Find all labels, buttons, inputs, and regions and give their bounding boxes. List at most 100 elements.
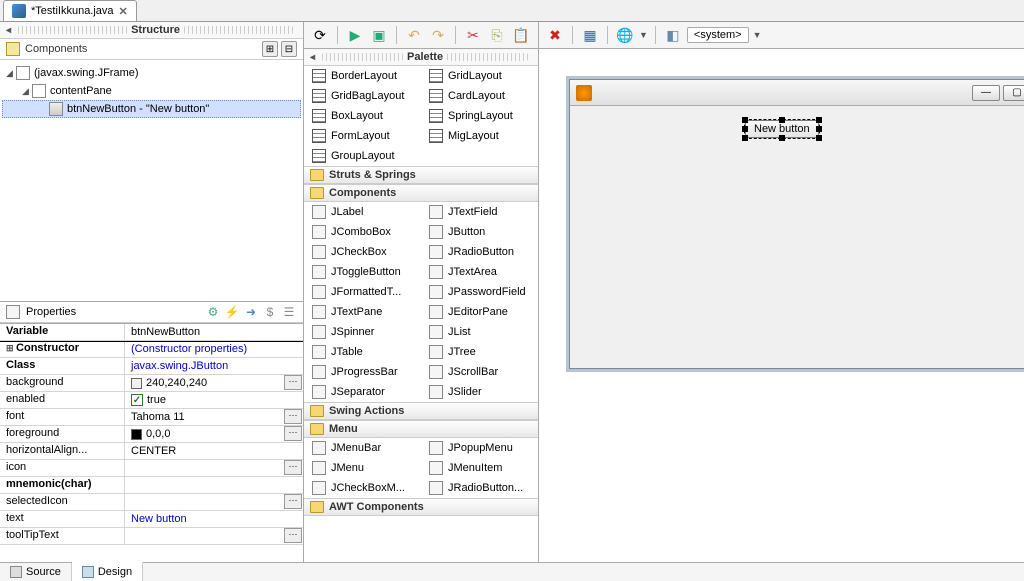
- palette-item[interactable]: JList: [421, 322, 538, 342]
- palette-category[interactable]: Menu: [304, 420, 538, 438]
- look-and-feel-icon[interactable]: ◧: [663, 25, 683, 45]
- property-row[interactable]: textNew button: [0, 511, 303, 528]
- palette-item[interactable]: JSeparator: [304, 382, 421, 402]
- resize-handle[interactable]: [742, 117, 748, 123]
- component-tree[interactable]: ◢ (javax.swing.JFrame) ◢ contentPane btn…: [0, 60, 303, 122]
- property-value[interactable]: ✓true: [125, 392, 303, 408]
- checkbox-icon[interactable]: ✓: [131, 394, 143, 406]
- resize-handle[interactable]: [779, 135, 785, 141]
- collapse-icon[interactable]: ◂: [310, 52, 315, 63]
- show-events-icon[interactable]: ⚡: [224, 304, 240, 320]
- property-value[interactable]: ···: [125, 460, 303, 476]
- resize-handle[interactable]: [816, 135, 822, 141]
- property-row[interactable]: toolTipText···: [0, 528, 303, 545]
- palette-item[interactable]: GroupLayout: [304, 146, 421, 166]
- palette-item[interactable]: JCheckBox: [304, 242, 421, 262]
- property-value[interactable]: javax.swing.JButton: [125, 358, 303, 374]
- palette-category[interactable]: AWT Components: [304, 498, 538, 516]
- palette-item[interactable]: JEditorPane: [421, 302, 538, 322]
- edit-value-button[interactable]: ···: [284, 375, 302, 390]
- palette-item[interactable]: JMenuBar: [304, 438, 421, 458]
- property-row[interactable]: selectedIcon···: [0, 494, 303, 511]
- property-row[interactable]: horizontalAlign...CENTER: [0, 443, 303, 460]
- variable-icon[interactable]: $: [262, 304, 278, 320]
- refresh-icon[interactable]: ⟳: [310, 25, 330, 45]
- tree-expand-icon[interactable]: ◢: [22, 86, 32, 97]
- property-row[interactable]: mnemonic(char): [0, 477, 303, 494]
- palette-item[interactable]: JTextPane: [304, 302, 421, 322]
- palette-item[interactable]: CardLayout: [421, 86, 538, 106]
- palette-item[interactable]: JButton: [421, 222, 538, 242]
- properties-table[interactable]: VariablebtnNewButton⊞ Constructor(Constr…: [0, 323, 303, 562]
- palette-item[interactable]: JRadioButton: [421, 242, 538, 262]
- property-row[interactable]: foreground0,0,0···: [0, 426, 303, 443]
- delete-icon[interactable]: ✖: [545, 25, 565, 45]
- palette-item[interactable]: BoxLayout: [304, 106, 421, 126]
- paste-icon[interactable]: 📋: [511, 25, 531, 45]
- maximize-icon[interactable]: ▢: [1003, 85, 1024, 101]
- property-value[interactable]: New button: [125, 511, 303, 527]
- palette-item[interactable]: JTextArea: [421, 262, 538, 282]
- palette-category[interactable]: Struts & Springs: [304, 166, 538, 184]
- palette-category[interactable]: Components: [304, 184, 538, 202]
- undo-icon[interactable]: ↶: [404, 25, 424, 45]
- palette-item[interactable]: MigLayout: [421, 126, 538, 146]
- resize-handle[interactable]: [742, 126, 748, 132]
- palette-item[interactable]: JSpinner: [304, 322, 421, 342]
- property-value[interactable]: (Constructor properties): [125, 341, 303, 357]
- palette-item[interactable]: GridBagLayout: [304, 86, 421, 106]
- property-row[interactable]: Classjavax.swing.JButton: [0, 358, 303, 375]
- designed-window[interactable]: — ▢ ✕ New button: [569, 79, 1024, 369]
- minimize-icon[interactable]: —: [972, 85, 1000, 101]
- palette-item[interactable]: JTextField: [421, 202, 538, 222]
- edit-value-button[interactable]: ···: [284, 528, 302, 543]
- collapse-all-button[interactable]: ⊟: [281, 41, 297, 57]
- property-value[interactable]: 0,0,0···: [125, 426, 303, 442]
- property-value[interactable]: CENTER: [125, 443, 303, 459]
- property-row[interactable]: icon···: [0, 460, 303, 477]
- edit-value-button[interactable]: ···: [284, 460, 302, 475]
- palette-item[interactable]: FormLayout: [304, 126, 421, 146]
- palette-item[interactable]: SpringLayout: [421, 106, 538, 126]
- resize-handle[interactable]: [816, 126, 822, 132]
- editor-tab[interactable]: *TestiIkkuna.java ✕: [3, 0, 137, 21]
- tree-node-contentpane[interactable]: ◢ contentPane: [2, 82, 301, 100]
- palette-item[interactable]: [421, 146, 538, 166]
- show-advanced-icon[interactable]: ⚙: [205, 304, 221, 320]
- property-value[interactable]: Tahoma 11···: [125, 409, 303, 425]
- preview-icon[interactable]: ▣: [369, 25, 389, 45]
- resize-handle[interactable]: [742, 135, 748, 141]
- property-value[interactable]: btnNewButton: [125, 324, 303, 340]
- property-row[interactable]: background240,240,240···: [0, 375, 303, 392]
- palette-item[interactable]: JPopupMenu: [421, 438, 538, 458]
- tree-node-button[interactable]: btnNewButton - "New button": [2, 100, 301, 118]
- designer-canvas[interactable]: — ▢ ✕ New button: [539, 49, 1024, 562]
- window-titlebar[interactable]: — ▢ ✕: [570, 80, 1024, 106]
- property-value[interactable]: ···: [125, 528, 303, 544]
- palette-item[interactable]: JSlider: [421, 382, 538, 402]
- palette-item[interactable]: JTable: [304, 342, 421, 362]
- palette-item[interactable]: JRadioButton...: [421, 478, 538, 498]
- redo-icon[interactable]: ↷: [428, 25, 448, 45]
- palette-item[interactable]: BorderLayout: [304, 66, 421, 86]
- collapse-icon[interactable]: ◂: [6, 25, 11, 36]
- palette-list[interactable]: BorderLayoutGridLayoutGridBagLayoutCardL…: [304, 66, 538, 562]
- property-row[interactable]: enabled✓true: [0, 392, 303, 409]
- resize-handle[interactable]: [779, 117, 785, 123]
- look-and-feel-combo[interactable]: <system>: [687, 27, 749, 43]
- dropdown-arrow-icon[interactable]: ▼: [753, 30, 762, 40]
- palette-item[interactable]: JProgressBar: [304, 362, 421, 382]
- design-tab[interactable]: Design: [72, 562, 143, 581]
- palette-item[interactable]: JScrollBar: [421, 362, 538, 382]
- palette-category[interactable]: Swing Actions: [304, 402, 538, 420]
- palette-item[interactable]: JTree: [421, 342, 538, 362]
- palette-item[interactable]: GridLayout: [421, 66, 538, 86]
- palette-item[interactable]: JLabel: [304, 202, 421, 222]
- filter-icon[interactable]: ☰: [281, 304, 297, 320]
- palette-item[interactable]: JCheckBoxM...: [304, 478, 421, 498]
- expand-all-button[interactable]: ⊞: [262, 41, 278, 57]
- source-tab[interactable]: Source: [0, 563, 72, 581]
- copy-icon[interactable]: ⎘: [487, 25, 507, 45]
- layout-assistant-icon[interactable]: ▦: [580, 25, 600, 45]
- property-row[interactable]: ⊞ Constructor(Constructor properties): [0, 341, 303, 358]
